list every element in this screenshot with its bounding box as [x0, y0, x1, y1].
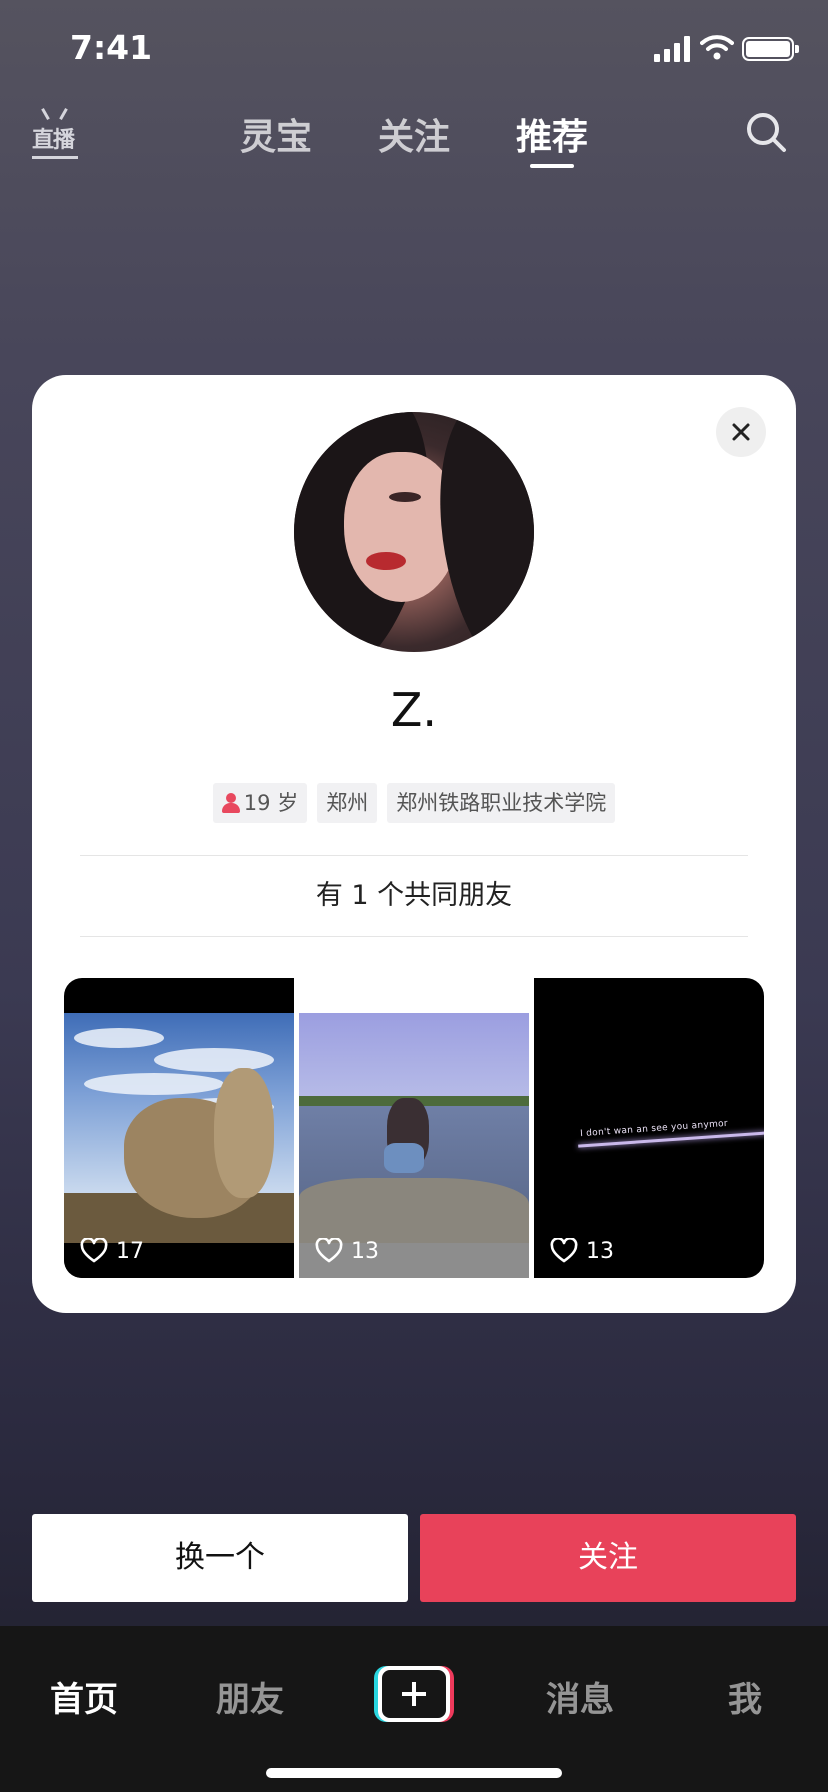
like-count-value: 13 [586, 1238, 614, 1264]
change-button[interactable]: 换一个 [32, 1514, 408, 1602]
recommendation-card: Z. 19 岁 郑州 郑州铁路职业技术学院 有 1 个共同朋友 17 13 I … [32, 375, 796, 1313]
wifi-icon [700, 35, 734, 60]
gender-female-icon [221, 793, 240, 813]
like-count-value: 17 [116, 1238, 144, 1264]
heart-icon [315, 1238, 343, 1263]
city-tag: 郑州 [317, 783, 378, 823]
video-thumbnail[interactable]: 17 [64, 978, 294, 1278]
signal-icon [654, 36, 690, 62]
age-label: 19 岁 [243, 791, 299, 815]
like-count: 17 [80, 1238, 144, 1264]
status-time: 7:41 [70, 28, 153, 67]
video-thumbnails: 17 13 I don't wan an see you anymor 13 [64, 978, 764, 1278]
follow-button[interactable]: 关注 [420, 1514, 796, 1602]
avatar[interactable] [294, 412, 534, 652]
tab-messages[interactable]: 消息 [546, 1672, 614, 1721]
username: Z. [390, 683, 438, 737]
close-button[interactable] [716, 407, 766, 457]
create-button[interactable] [374, 1666, 454, 1722]
video-thumbnail[interactable]: 13 [299, 978, 529, 1278]
like-count: 13 [550, 1238, 614, 1264]
heart-icon [550, 1238, 578, 1263]
like-count-value: 13 [351, 1238, 379, 1264]
tab-home[interactable]: 首页 [50, 1672, 118, 1721]
like-count: 13 [315, 1238, 379, 1264]
video-thumbnail[interactable]: I don't wan an see you anymor 13 [534, 978, 764, 1278]
tab-following[interactable]: 关注 [378, 108, 450, 160]
tab-indicator [530, 164, 574, 168]
tab-me[interactable]: 我 [728, 1672, 762, 1721]
school-label: 郑州铁路职业技术学院 [396, 791, 607, 815]
tab-friends[interactable]: 朋友 [216, 1672, 284, 1721]
age-tag: 19 岁 [212, 783, 308, 823]
live-icon[interactable]: 直播 [32, 106, 78, 159]
divider [80, 855, 748, 856]
tab-recommended[interactable]: 推荐 [516, 108, 588, 160]
divider [80, 936, 748, 937]
tab-lingbao[interactable]: 灵宝 [240, 108, 312, 160]
city-label: 郑州 [326, 791, 369, 815]
live-label: 直播 [32, 128, 75, 153]
home-indicator [266, 1768, 562, 1778]
mutual-friends-text[interactable]: 有 1 个共同朋友 [32, 873, 796, 912]
top-nav: 直播 灵宝 关注 推荐 [0, 100, 828, 180]
search-icon[interactable] [744, 110, 788, 154]
close-icon [732, 423, 750, 441]
status-bar: 7:41 [0, 0, 828, 100]
battery-icon [742, 37, 799, 61]
school-tag: 郑州铁路职业技术学院 [387, 783, 616, 823]
profile-tags: 19 岁 郑州 郑州铁路职业技术学院 [32, 783, 796, 823]
heart-icon [80, 1238, 108, 1263]
